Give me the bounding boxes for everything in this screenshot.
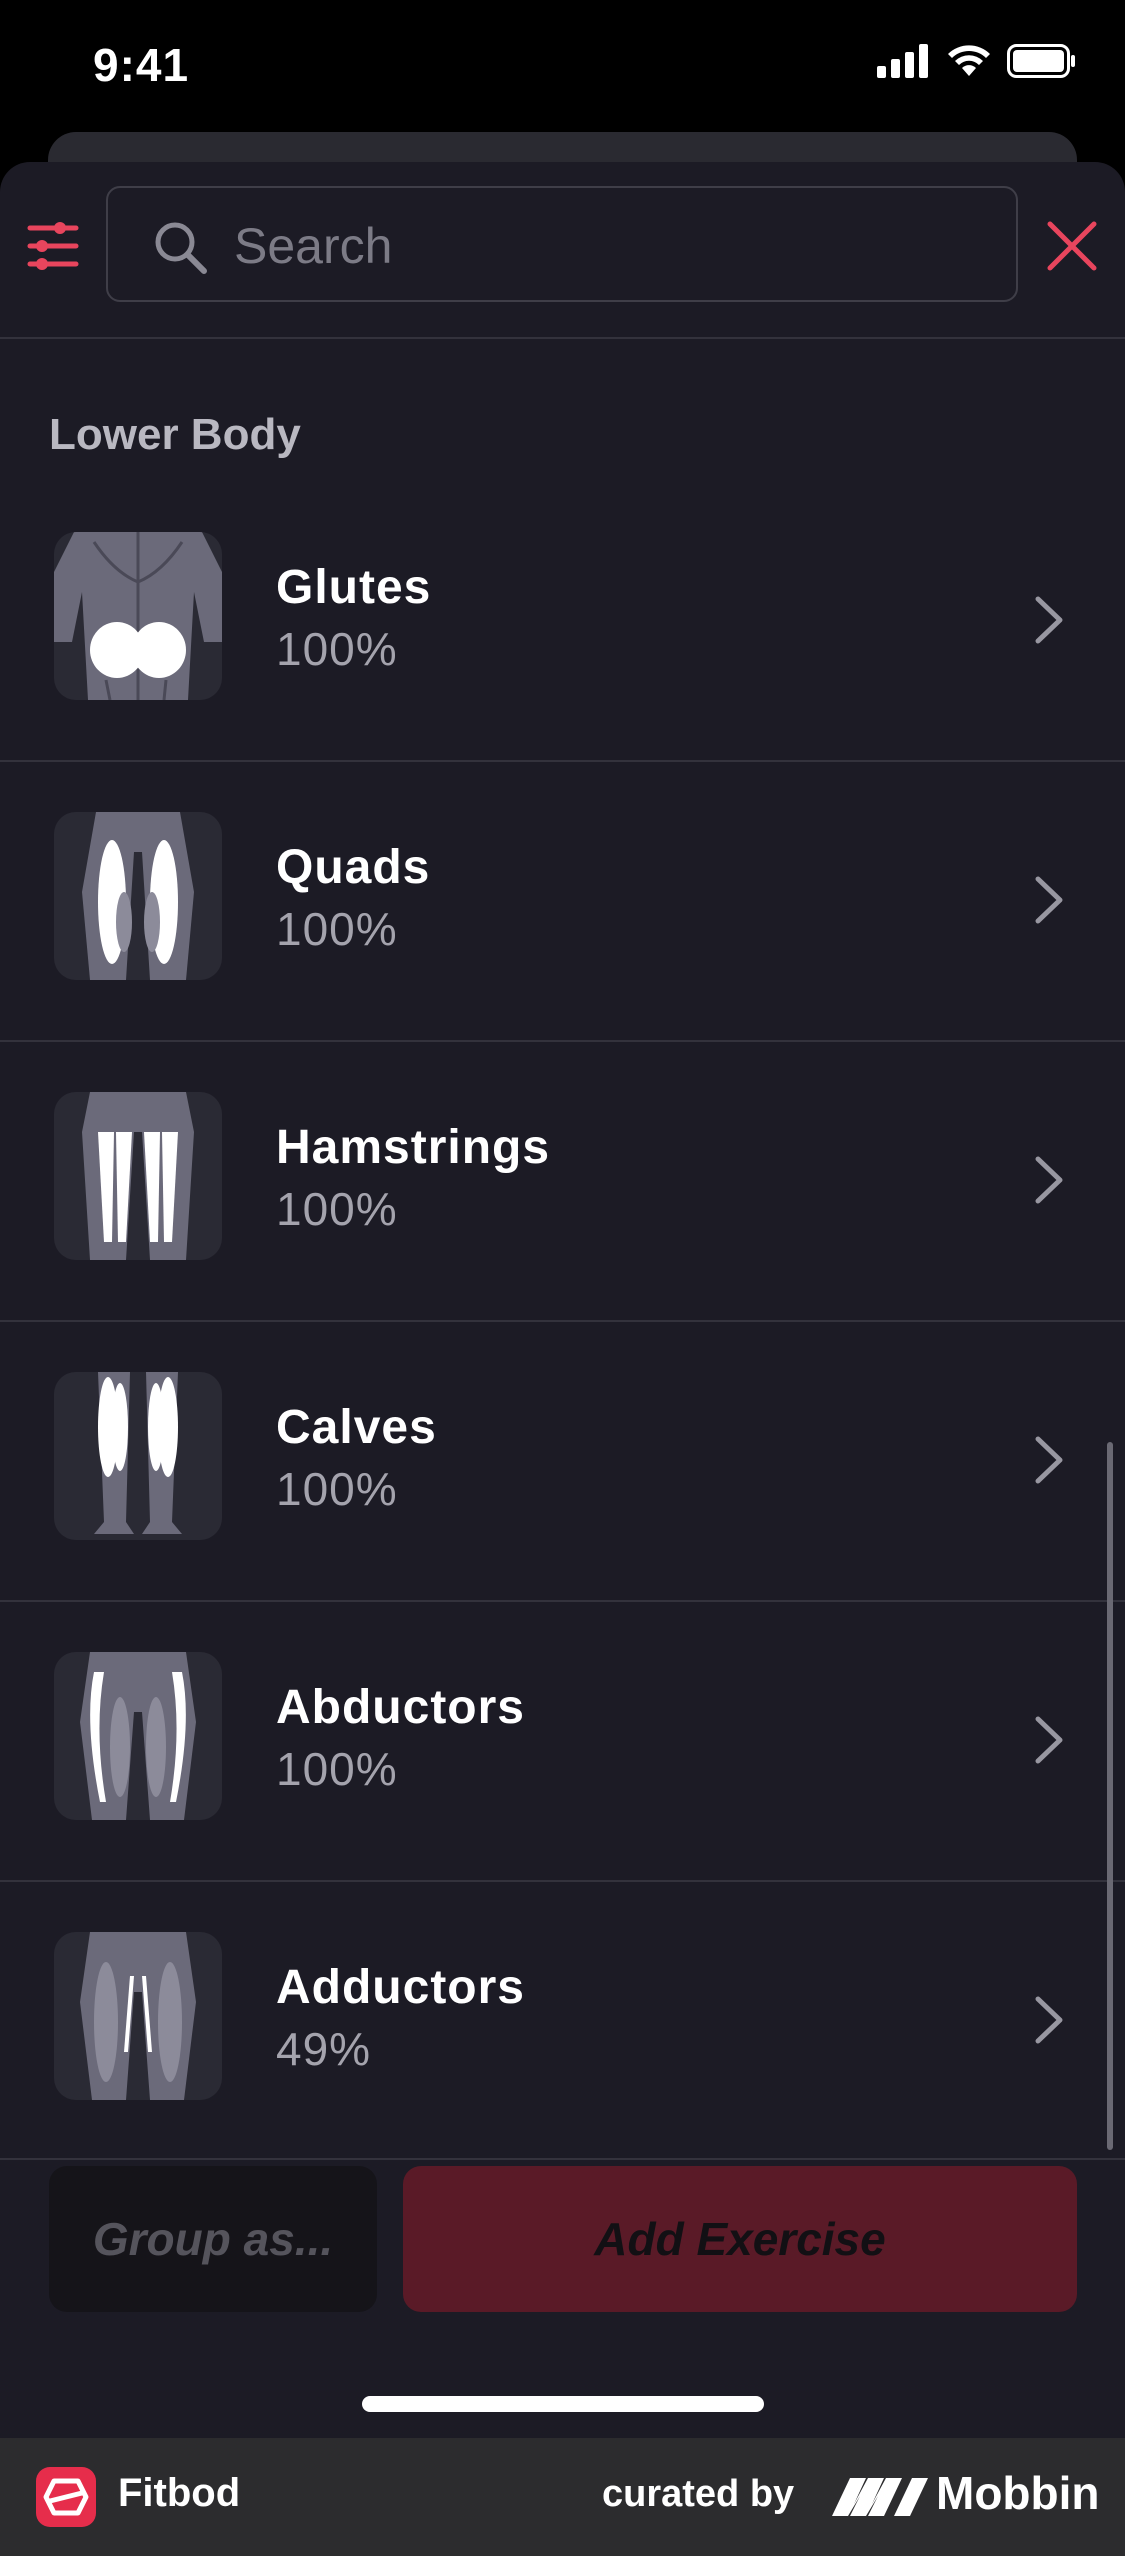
muscle-name: Glutes <box>276 561 432 614</box>
hamstrings-figure-icon <box>54 1092 222 1260</box>
section-title: Lower Body <box>49 410 301 459</box>
scrollbar[interactable] <box>1107 1442 1113 2150</box>
search-box[interactable] <box>106 186 1018 302</box>
signal-icon <box>877 44 928 78</box>
status-time: 9:41 <box>93 39 190 91</box>
add-exercise-button[interactable]: Add Exercise <box>403 2166 1077 2312</box>
status-icons <box>877 44 1077 78</box>
mobbin-logo-icon <box>832 2478 928 2516</box>
muscle-row-adductors[interactable]: Adductors 49% <box>0 1882 1125 2160</box>
muscle-percentage: 100% <box>276 1183 398 1235</box>
search-row <box>0 162 1125 339</box>
muscle-percentage: 100% <box>276 903 398 955</box>
abductors-figure-icon <box>54 1652 222 1820</box>
curated-by-label: curated by <box>602 2473 795 2515</box>
muscle-name: Quads <box>276 841 431 894</box>
muscle-name: Hamstrings <box>276 1121 551 1174</box>
muscle-row-hamstrings[interactable]: Hamstrings 100% <box>0 1042 1125 1322</box>
quads-figure-icon <box>54 812 222 980</box>
adductors-figure-icon <box>54 1932 222 2100</box>
chevron-right-icon <box>1035 1996 1063 2044</box>
fitbod-logo-icon <box>36 2467 96 2527</box>
home-indicator <box>362 2396 764 2412</box>
muscle-percentage: 49% <box>276 2023 372 2075</box>
attribution-footer: Fitbod curated by Mobbin <box>0 2438 1125 2556</box>
muscle-percentage: 100% <box>276 1743 398 1795</box>
chevron-right-icon <box>1035 876 1063 924</box>
muscle-name: Adductors <box>276 1961 525 2014</box>
group-as-button[interactable]: Group as... <box>49 2166 377 2312</box>
muscle-name: Calves <box>276 1401 437 1454</box>
mobbin-brand: Mobbin <box>936 2467 1100 2519</box>
calves-figure-icon <box>54 1372 222 1540</box>
muscle-name: Abductors <box>276 1681 525 1734</box>
chevron-right-icon <box>1035 1156 1063 1204</box>
chevron-right-icon <box>1035 596 1063 644</box>
close-icon[interactable] <box>1046 220 1098 272</box>
muscle-percentage: 100% <box>276 623 398 675</box>
muscle-row-calves[interactable]: Calves 100% <box>0 1322 1125 1602</box>
app-name: Fitbod <box>118 2471 241 2515</box>
action-bar: Group as... Add Exercise <box>0 2158 1125 2438</box>
filter-sliders-icon[interactable] <box>26 218 80 274</box>
wifi-icon <box>948 45 990 76</box>
chevron-right-icon <box>1035 1436 1063 1484</box>
search-input[interactable] <box>232 210 936 282</box>
glutes-figure-icon <box>54 532 222 700</box>
search-icon <box>155 222 207 274</box>
muscle-picker-sheet: Lower Body Glutes 100% <box>0 162 1125 2438</box>
battery-icon <box>1007 44 1075 78</box>
chevron-right-icon <box>1035 1716 1063 1764</box>
muscle-list: Glutes 100% Quads 100% Hamstrings 100% C… <box>0 482 1125 2160</box>
muscle-row-glutes[interactable]: Glutes 100% <box>0 482 1125 762</box>
muscle-percentage: 100% <box>276 1463 398 1515</box>
muscle-row-abductors[interactable]: Abductors 100% <box>0 1602 1125 1882</box>
status-bar: 9:41 <box>0 0 1125 135</box>
muscle-row-quads[interactable]: Quads 100% <box>0 762 1125 1042</box>
